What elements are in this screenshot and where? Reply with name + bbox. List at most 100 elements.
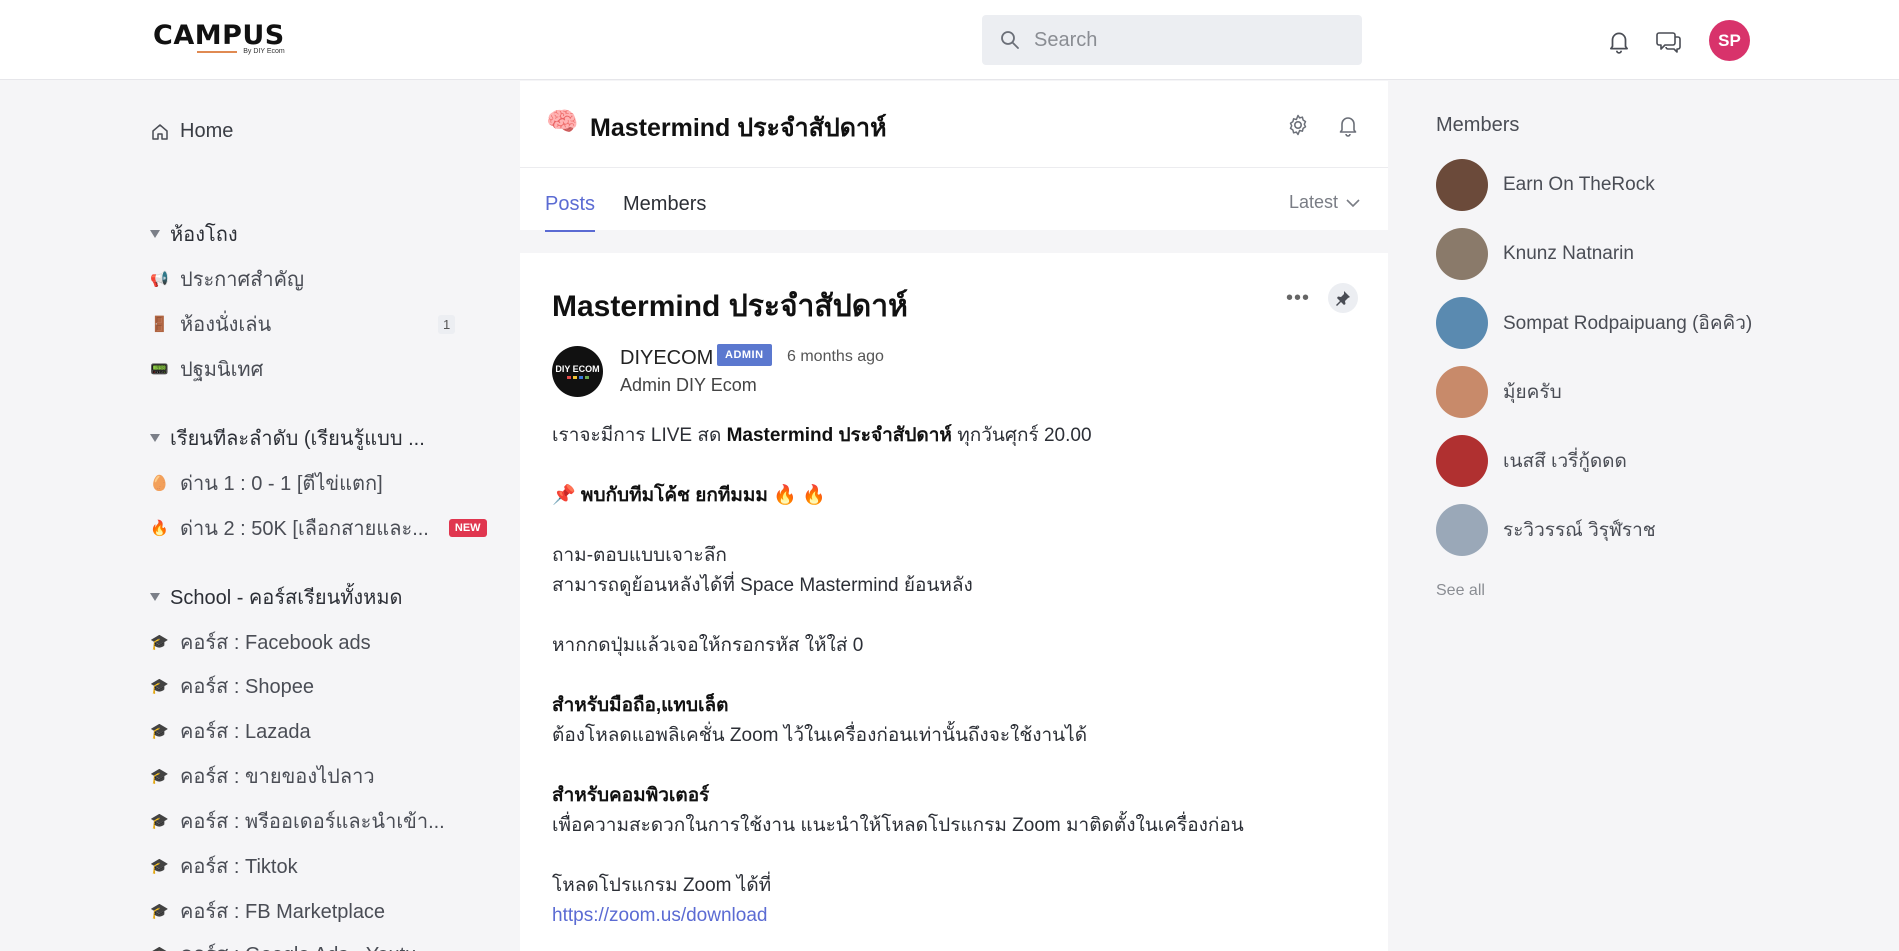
sidebar-item-course-shopee[interactable]: 🎓 คอร์ส : Shopee bbox=[150, 670, 480, 702]
author-subtitle: Admin DIY Ecom bbox=[620, 375, 757, 395]
graduation-cap-icon: 🎓 bbox=[150, 813, 169, 830]
graduation-cap-icon: 🎓 bbox=[150, 858, 169, 875]
avatar bbox=[1436, 366, 1488, 418]
graduation-cap-icon: 🎓 bbox=[150, 678, 169, 695]
more-options-icon[interactable]: ••• bbox=[1286, 287, 1310, 310]
sidebar-item-living-room[interactable]: 🚪 ห้องนั่งเล่น 1 bbox=[150, 308, 480, 340]
post-line: เราจะมีการ LIVE สด Mastermind ประจำสัปดา… bbox=[552, 425, 1092, 446]
sidebar-item-label: ห้องนั่งเล่น bbox=[180, 314, 272, 336]
sort-dropdown[interactable]: Latest bbox=[1289, 192, 1360, 213]
section-title: ห้องโถง bbox=[170, 224, 238, 246]
member-item[interactable]: Sompat Rodpaipuang (อิคคิว) bbox=[1436, 297, 1752, 349]
campus-logo[interactable]: CAMPUS By DIY Ecom bbox=[153, 20, 285, 56]
sidebar-section-learn-step[interactable]: เรียนทีละลำดับ (เรียนรู้แบบ ... bbox=[150, 422, 470, 454]
avatar bbox=[1436, 297, 1488, 349]
fire-icon: 🔥 bbox=[150, 520, 169, 537]
sidebar-section-hall[interactable]: ห้องโถง bbox=[150, 218, 470, 250]
sidebar-item-course-tiktok[interactable]: 🎓 คอร์ส : Tiktok bbox=[150, 850, 480, 882]
sidebar-item-course-fb-marketplace[interactable]: 🎓 คอร์ส : FB Marketplace bbox=[150, 895, 480, 927]
post-timestamp: 6 months ago bbox=[787, 348, 884, 365]
space-tabs: Posts Members Latest bbox=[520, 168, 1388, 232]
sidebar-item-label: คอร์ส : FB Marketplace bbox=[180, 901, 386, 923]
avatar bbox=[1436, 435, 1488, 487]
unread-count-badge: 1 bbox=[438, 314, 456, 334]
search-box[interactable] bbox=[982, 15, 1362, 65]
sidebar-item-label: คอร์ส : Facebook ads bbox=[180, 632, 371, 654]
post-title[interactable]: Mastermind ประจำสัปดาห์ bbox=[552, 283, 908, 330]
sidebar-item-home[interactable]: Home bbox=[150, 120, 233, 143]
logo-text: CAMPUS bbox=[153, 20, 285, 51]
section-title: School - คอร์สเรียนทั้งหมด bbox=[170, 587, 403, 609]
post-line: สำหรับคอมพิวเตอร์ bbox=[552, 785, 710, 806]
sidebar-item-level-2[interactable]: 🔥 ด่าน 2 : 50K [เลือกสายและ... NEW bbox=[150, 512, 487, 544]
sidebar-item-course-preorder[interactable]: 🎓 คอร์ส : พรีออเดอร์และนำเข้า... bbox=[150, 805, 480, 837]
top-bar: CAMPUS By DIY Ecom SP bbox=[0, 0, 1899, 80]
see-all-link[interactable]: See all bbox=[1436, 582, 1485, 600]
author-avatar[interactable]: DIY ECOM bbox=[552, 346, 603, 397]
member-name: Earn On TheRock bbox=[1503, 174, 1655, 195]
graduation-cap-icon: 🎓 bbox=[150, 945, 169, 951]
sidebar-item-course-lazada[interactable]: 🎓 คอร์ส : Lazada bbox=[150, 715, 480, 747]
member-item[interactable]: Knunz Natnarin bbox=[1436, 228, 1634, 280]
bell-icon[interactable] bbox=[1336, 113, 1360, 137]
sidebar-item-label: คอร์ส : พรีออเดอร์และนำเข้า... bbox=[180, 811, 445, 833]
brain-icon: 🧠 bbox=[546, 106, 579, 136]
avatar-dots bbox=[566, 376, 589, 379]
member-item[interactable]: Earn On TheRock bbox=[1436, 159, 1655, 211]
post-line: 📌 พบกับทีมโค้ช ยกทีมมม 🔥 🔥 bbox=[552, 485, 826, 506]
sidebar-item-course-facebook[interactable]: 🎓 คอร์ส : Facebook ads bbox=[150, 626, 480, 658]
graduation-cap-icon: 🎓 bbox=[150, 634, 169, 651]
search-input[interactable] bbox=[1034, 15, 1344, 65]
member-name: เนสสึ เวรี่กู้ดดด bbox=[1503, 451, 1627, 472]
sidebar-item-announcements[interactable]: 📢 ประกาศสำคัญ bbox=[150, 263, 480, 295]
collapse-triangle-icon bbox=[150, 230, 160, 238]
sidebar-item-orientation[interactable]: 📟 ปฐมนิเทศ bbox=[150, 353, 480, 385]
sidebar-item-label: คอร์ส : Google Ads - Youtu... bbox=[180, 938, 433, 951]
avatar bbox=[1436, 159, 1488, 211]
section-title: เรียนทีละลำดับ (เรียนรู้แบบ ... bbox=[170, 428, 425, 450]
members-panel-title: Members bbox=[1436, 114, 1520, 136]
pager-icon: 📟 bbox=[150, 361, 169, 378]
sidebar-item-label: ด่าน 1 : 0 - 1 [ตีไข่แตก] bbox=[180, 473, 383, 495]
avatar bbox=[1436, 504, 1488, 556]
megaphone-icon: 📢 bbox=[150, 271, 169, 288]
sidebar-item-label: Home bbox=[180, 120, 234, 142]
sort-label: Latest bbox=[1288, 192, 1338, 212]
chat-icon[interactable] bbox=[1656, 28, 1682, 54]
tab-posts[interactable]: Posts bbox=[545, 193, 596, 232]
bell-icon[interactable] bbox=[1606, 28, 1632, 54]
pin-icon[interactable] bbox=[1328, 283, 1358, 313]
logo-subtext: By DIY Ecom bbox=[243, 48, 285, 55]
chevron-down-icon bbox=[1346, 198, 1360, 207]
post-line: สามารถดูย้อนหลังได้ที่ Space Mastermind … bbox=[552, 575, 973, 596]
sidebar-item-label: ปฐมนิเทศ bbox=[180, 359, 264, 381]
sidebar-item-label: ด่าน 2 : 50K [เลือกสายและ... bbox=[180, 518, 429, 540]
post-line: เพื่อความสะดวกในการใช้งาน แนะนำให้โหลดโป… bbox=[552, 815, 1244, 836]
door-icon: 🚪 bbox=[150, 316, 169, 333]
graduation-cap-icon: 🎓 bbox=[150, 723, 169, 740]
search-icon bbox=[1001, 31, 1019, 49]
member-name: ระวิวรรณ์ วิรุฬ์ราช bbox=[1503, 520, 1656, 541]
member-item[interactable]: เนสสึ เวรี่กู้ดดด bbox=[1436, 435, 1627, 487]
sidebar-item-course-google-ads[interactable]: 🎓 คอร์ส : Google Ads - Youtu... bbox=[150, 938, 480, 951]
collapse-triangle-icon bbox=[150, 434, 160, 442]
sidebar-item-course-laos[interactable]: 🎓 คอร์ส : ขายของไปลาว bbox=[150, 760, 480, 792]
author-name[interactable]: DIYECOM bbox=[620, 347, 713, 370]
zoom-download-link[interactable]: https://zoom.us/download bbox=[552, 905, 767, 926]
collapse-triangle-icon bbox=[150, 593, 160, 601]
sidebar-item-level-1[interactable]: 🥚 ด่าน 1 : 0 - 1 [ตีไข่แตก] bbox=[150, 467, 480, 499]
home-icon bbox=[152, 123, 168, 140]
sidebar-section-school[interactable]: School - คอร์สเรียนทั้งหมด bbox=[150, 581, 470, 613]
tab-members[interactable]: Members bbox=[623, 193, 706, 230]
member-item[interactable]: มุ้ยครับ bbox=[1436, 366, 1562, 418]
new-badge: NEW bbox=[448, 519, 487, 537]
gear-icon[interactable] bbox=[1286, 113, 1310, 137]
user-avatar[interactable]: SP bbox=[1709, 20, 1750, 61]
post-line: ถาม-ตอบแบบเจาะลึก bbox=[552, 545, 727, 566]
post-line: หากกดปุ่มแล้วเจอให้กรอกรหัส ให้ใส่ 0 bbox=[552, 635, 864, 656]
space-title: Mastermind ประจำสัปดาห์ bbox=[590, 114, 887, 142]
member-item[interactable]: ระวิวรรณ์ วิรุฬ์ราช bbox=[1436, 504, 1656, 556]
sidebar-item-label: คอร์ส : ขายของไปลาว bbox=[180, 766, 375, 788]
avatar bbox=[1436, 228, 1488, 280]
member-name: มุ้ยครับ bbox=[1503, 382, 1562, 403]
